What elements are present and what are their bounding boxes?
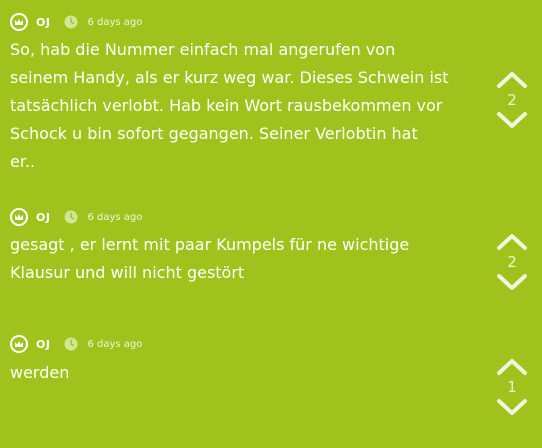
vote-count: 2 (507, 253, 517, 271)
post-text-line: So, hab die Nummer einfach mal angerufen… (10, 40, 396, 59)
vote-control: 2 (494, 232, 530, 292)
post-text: gesagt , er lernt mit paar Kumpels für n… (10, 231, 460, 287)
clock-icon (64, 337, 78, 351)
timestamp: 6 days ago (87, 338, 143, 350)
post-text-line: gesagt , er lernt mit paar Kumpels für n… (10, 235, 410, 254)
post-text-line: seinem Handy, als er kurz weg war. Diese… (10, 68, 449, 87)
author-name: OJ (36, 15, 51, 29)
crown-icon (10, 13, 28, 31)
vote-control: 1 (494, 357, 530, 417)
upvote-button[interactable] (494, 70, 530, 90)
author-name: OJ (36, 210, 51, 224)
post-text-line: Schock u bin sofort gegangen. Seiner Ver… (10, 124, 418, 143)
downvote-button[interactable] (494, 397, 530, 417)
crown-icon (10, 335, 28, 353)
post-text: So, hab die Nummer einfach mal angerufen… (10, 36, 460, 176)
post-meta: OJ 6 days ago (10, 207, 142, 227)
timestamp: 6 days ago (87, 16, 143, 28)
vote-count: 2 (507, 91, 517, 109)
post-text-line: er.. (10, 152, 36, 171)
post-text-line: tatsächlich verlobt. Hab kein Wort rausb… (10, 96, 443, 115)
crown-icon (10, 208, 28, 226)
timestamp: 6 days ago (87, 211, 143, 223)
author-name: OJ (36, 337, 51, 351)
downvote-button[interactable] (494, 272, 530, 292)
post-meta: OJ 6 days ago (10, 334, 142, 354)
clock-icon (64, 15, 78, 29)
upvote-button[interactable] (494, 232, 530, 252)
clock-icon (64, 210, 78, 224)
vote-control: 2 (494, 70, 530, 130)
post-meta: OJ 6 days ago (10, 12, 142, 32)
post-text: werden (10, 359, 460, 387)
post-text-line: Klausur und will nicht gestört (10, 263, 245, 282)
upvote-button[interactable] (494, 357, 530, 377)
vote-count: 1 (507, 378, 517, 396)
post-text-line: werden (10, 363, 70, 382)
downvote-button[interactable] (494, 110, 530, 130)
